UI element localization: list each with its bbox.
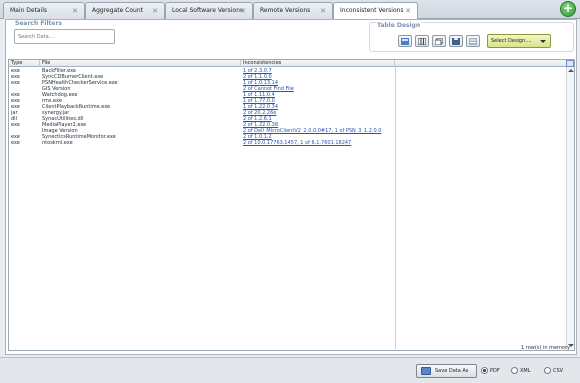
design-select-value: Select Design.... [491, 38, 532, 44]
plus-icon[interactable]: + [560, 1, 576, 17]
table-row[interactable]: exe ntoskrnl.exe 2 of 10.0.17763.1457, 1… [9, 140, 393, 146]
auto-fit-columns-button[interactable] [398, 35, 412, 47]
column-chooser-button[interactable] [566, 60, 574, 67]
clear-filter-icon [469, 38, 477, 45]
tab-inconsistent-versions[interactable]: Inconsistent Versions ✕ [333, 2, 418, 20]
save-data-as-button[interactable]: Save Data As [416, 364, 477, 378]
export-bar: Save Data As PDF XML CSV [0, 357, 580, 383]
format-label: XML [520, 368, 531, 374]
auto-fit-columns-icon [401, 38, 409, 45]
search-filters-group: Search Filters [10, 20, 120, 50]
copy-icon [435, 38, 443, 45]
cell-type: exe [11, 140, 20, 146]
tab-remote-versions[interactable]: Remote Versions ✕ [253, 2, 333, 19]
tab-local-software-versions[interactable]: Local Software Versions ✕ [165, 2, 253, 19]
tab-label: Aggregate Count [92, 7, 144, 14]
format-label: PDF [490, 368, 500, 374]
tab-strip: Main Details ✕ Aggregate Count ✕ Local S… [0, 0, 580, 20]
save-data-as-label: Save Data As [435, 368, 469, 374]
tab-label: Remote Versions [260, 7, 311, 14]
search-filters-title: Search Filters [14, 20, 63, 27]
clear-filter-button[interactable] [466, 35, 480, 47]
column-divider [395, 67, 396, 349]
format-label: CSV [553, 368, 564, 374]
column-header-inconsistencies[interactable]: Inconsistencies [241, 60, 395, 67]
format-radio-csv[interactable]: CSV [544, 366, 563, 376]
close-icon[interactable]: ✕ [240, 3, 246, 19]
table-design-group: Table Design Select Design.... [369, 22, 574, 52]
row-count-status: 1 row(s) in memory [521, 345, 570, 351]
radio-icon [544, 367, 551, 374]
copy-button[interactable] [432, 35, 446, 47]
save-layout-icon [452, 38, 460, 45]
tab-aggregate-count[interactable]: Aggregate Count ✕ [85, 2, 165, 19]
save-layout-button[interactable] [449, 35, 463, 47]
close-icon[interactable]: ✕ [405, 3, 411, 19]
column-header-file[interactable]: File [40, 60, 241, 67]
tab-label: Main Details [10, 7, 48, 14]
format-radio-xml[interactable]: XML [511, 366, 531, 376]
radio-selected-icon [481, 367, 488, 374]
cell-file: ntoskrnl.exe [42, 140, 73, 146]
save-icon [421, 367, 431, 375]
close-icon[interactable]: ✕ [320, 3, 326, 19]
table-design-title: Table Design [376, 22, 422, 29]
close-icon[interactable]: ✕ [72, 3, 78, 19]
tab-label: Inconsistent Versions [340, 7, 404, 14]
close-icon[interactable]: ✕ [152, 3, 158, 19]
tab-label: Local Software Versions [172, 7, 244, 14]
cell-inconsistencies-link[interactable]: 2 of 10.0.17763.1457, 1 of 6.1.7601.1824… [243, 140, 351, 146]
columns-button[interactable] [415, 35, 429, 47]
search-input[interactable] [14, 29, 115, 44]
vertical-scrollbar[interactable] [566, 67, 574, 349]
inconsistent-versions-panel: Search Filters Table Design Select Desig… [5, 19, 577, 355]
table-header: Type File Inconsistencies [9, 60, 574, 67]
columns-icon [418, 38, 426, 45]
inconsistencies-table: Type File Inconsistencies exe BackFiller… [8, 59, 575, 351]
scroll-up-icon[interactable] [568, 69, 574, 72]
tab-main-details[interactable]: Main Details ✕ [3, 2, 85, 19]
design-select[interactable]: Select Design.... [487, 34, 551, 48]
format-radio-pdf[interactable]: PDF [481, 366, 500, 376]
column-header-type[interactable]: Type [9, 60, 40, 67]
chevron-down-icon [540, 40, 546, 43]
radio-icon [511, 367, 518, 374]
